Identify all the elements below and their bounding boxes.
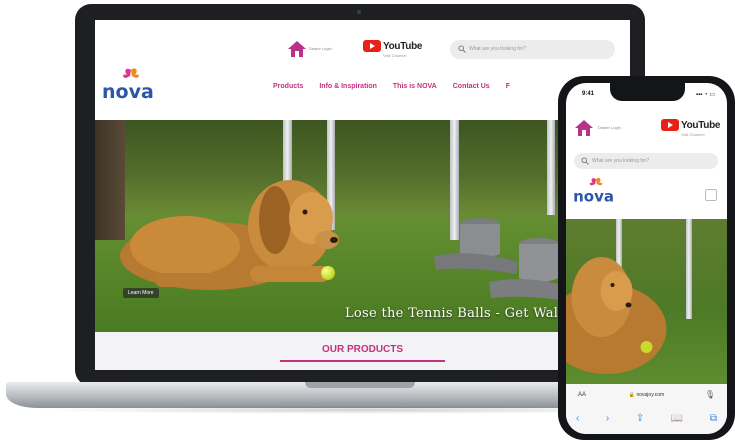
phone-screen: 9:41 ▪▪▪ ◔ ▭ Dealer Login YouTube Visit … [566, 83, 727, 434]
back-icon[interactable]: ‹ [576, 413, 579, 424]
search-placeholder: What are you looking for? [592, 158, 649, 164]
products-underline [280, 360, 445, 362]
site-header: Dealer Login YouTube Visit Channel What … [95, 20, 630, 120]
hero-badge[interactable]: Learn More [123, 288, 159, 298]
phone-clock: 9:41 [582, 91, 595, 97]
tennis-ball [321, 266, 335, 280]
search-placeholder: What are you looking for? [469, 46, 526, 52]
youtube-wordmark: YouTube [383, 40, 423, 52]
address-bar[interactable]: 🔒 novajoy.com [566, 392, 727, 398]
home-icon[interactable] [574, 119, 594, 137]
our-products-heading[interactable]: OUR PRODUCTS [95, 344, 630, 355]
products-section: OUR PRODUCTS [95, 332, 630, 370]
youtube-link[interactable]: YouTube Visit Channel [661, 119, 721, 137]
main-nav: Products Info & Inspiration This is NOVA… [273, 83, 526, 90]
golden-retriever-image [566, 257, 667, 374]
nav-info-inspiration[interactable]: Info & Inspiration [319, 83, 377, 90]
microphone-icon[interactable]: 🎙 [705, 390, 715, 399]
nav-this-is-nova[interactable]: This is NOVA [393, 83, 437, 90]
share-icon[interactable]: ⇪ [636, 413, 644, 424]
youtube-sub-label: Visit Channel [681, 132, 705, 137]
golden-retriever-image [120, 180, 339, 290]
browser-bottom-bar: AA 🔒 novajoy.com 🎙 ‹ › ⇪ 📖 ⧉ [566, 384, 727, 434]
youtube-link[interactable]: YouTube Visit Channel [363, 40, 423, 58]
youtube-icon [661, 119, 679, 131]
bookmarks-icon[interactable]: 📖 [671, 413, 683, 424]
forward-icon[interactable]: › [606, 413, 609, 424]
hero-caption: Lose the Tennis Balls - Get Walker [345, 306, 581, 321]
nova-logo-text: nova [573, 187, 614, 205]
youtube-wordmark: YouTube [681, 119, 721, 131]
dealer-login-label[interactable]: Dealer Login [598, 125, 622, 130]
home-icon[interactable] [287, 40, 307, 58]
dealer-login-label[interactable]: Dealer Login [309, 46, 333, 51]
phone-status-icons: ▪▪▪ ◔ ▭ [695, 92, 715, 98]
menu-icon[interactable] [705, 189, 717, 201]
laptop-hinge-notch [305, 382, 415, 388]
tabs-icon[interactable]: ⧉ [710, 413, 717, 424]
nova-logo[interactable]: nova [572, 176, 620, 206]
search-icon [458, 45, 466, 53]
youtube-sub-label: Visit Channel [383, 53, 407, 58]
nav-contact-us[interactable]: Contact Us [453, 83, 490, 90]
phone-notch [610, 83, 685, 101]
walker-frame-back-right [547, 120, 555, 215]
youtube-icon [363, 40, 381, 52]
nav-products[interactable]: Products [273, 83, 303, 90]
device-mockup: Dealer Login YouTube Visit Channel What … [0, 0, 735, 440]
browser-toolbar: ‹ › ⇪ 📖 ⧉ [576, 413, 717, 424]
laptop-camera [357, 10, 361, 14]
nova-logo-text: nova [102, 81, 154, 103]
search-input[interactable]: What are you looking for? [574, 153, 718, 169]
nova-logo[interactable]: nova [101, 66, 161, 104]
laptop-screen: Dealer Login YouTube Visit Channel What … [95, 20, 630, 370]
hero-banner[interactable]: Learn More Lose the Tennis Balls - Get W… [95, 120, 630, 332]
nav-truncated-item[interactable]: F [506, 83, 510, 90]
search-input[interactable]: What are you looking for? [450, 40, 615, 59]
search-icon [581, 157, 589, 165]
phone-hero-banner[interactable] [566, 219, 727, 384]
